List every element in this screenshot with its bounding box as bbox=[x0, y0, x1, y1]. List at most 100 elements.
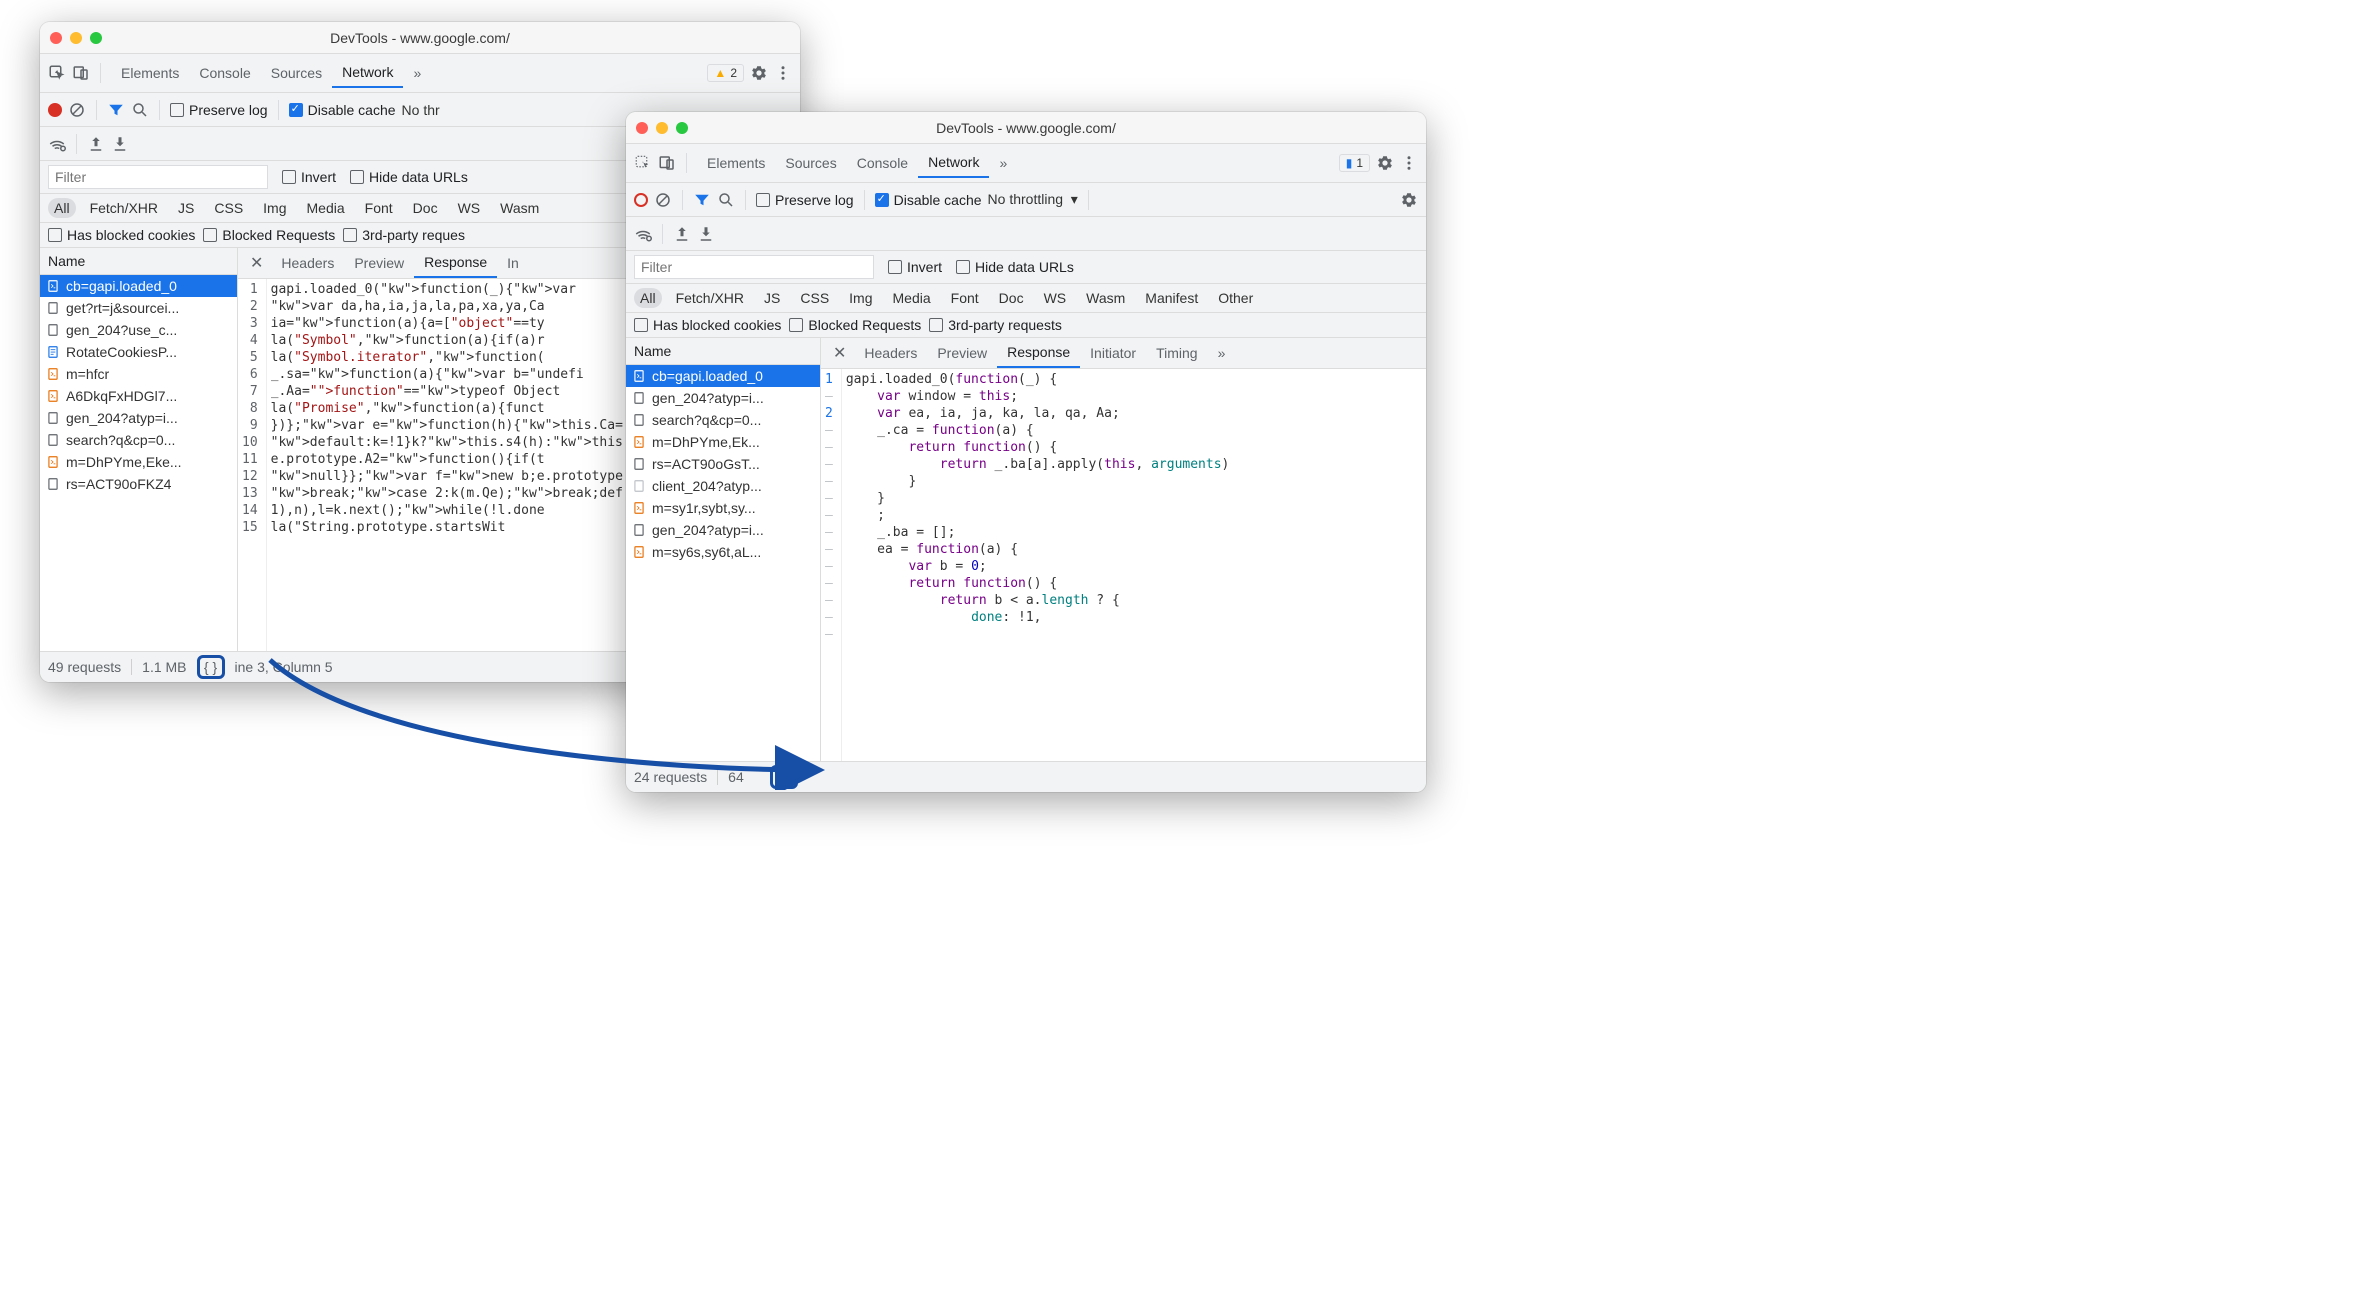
chip-other[interactable]: Other bbox=[1212, 288, 1259, 308]
warning-badge[interactable]: ▲ 2 bbox=[707, 64, 744, 82]
request-row[interactable]: search?q&cp=0... bbox=[626, 409, 820, 431]
tab-console[interactable]: Console bbox=[189, 59, 260, 87]
request-row[interactable]: m=hfcr bbox=[40, 363, 237, 385]
tab-sources[interactable]: Sources bbox=[775, 149, 846, 177]
kebab-icon[interactable] bbox=[1400, 154, 1418, 172]
minimize-window[interactable] bbox=[70, 32, 82, 44]
chip-wasm[interactable]: Wasm bbox=[1080, 288, 1131, 308]
subtab-response[interactable]: Response bbox=[997, 338, 1080, 368]
chip-wasm[interactable]: Wasm bbox=[494, 198, 545, 218]
preserve-log-checkbox[interactable]: Preserve log bbox=[170, 102, 268, 118]
name-column-header[interactable]: Name bbox=[40, 248, 237, 275]
settings-icon[interactable] bbox=[750, 64, 768, 82]
request-row[interactable]: gen_204?use_c... bbox=[40, 319, 237, 341]
chip-media[interactable]: Media bbox=[301, 198, 351, 218]
close-window[interactable] bbox=[50, 32, 62, 44]
upload-har-icon[interactable] bbox=[673, 225, 691, 243]
chip-all[interactable]: All bbox=[634, 288, 662, 308]
inspect-icon[interactable] bbox=[48, 64, 66, 82]
request-row[interactable]: cb=gapi.loaded_0 bbox=[40, 275, 237, 297]
tab-elements[interactable]: Elements bbox=[111, 59, 189, 87]
subtab-response[interactable]: Response bbox=[414, 248, 497, 278]
subtab-headers[interactable]: Headers bbox=[854, 339, 927, 367]
blocked-cookies-checkbox[interactable]: Has blocked cookies bbox=[634, 317, 781, 333]
request-row[interactable]: search?q&cp=0... bbox=[40, 429, 237, 451]
chip-all[interactable]: All bbox=[48, 198, 76, 218]
hide-data-urls-checkbox[interactable]: Hide data URLs bbox=[350, 169, 468, 185]
inspect-icon[interactable] bbox=[634, 154, 652, 172]
tabs-overflow[interactable]: » bbox=[989, 149, 1017, 177]
preserve-log-checkbox[interactable]: Preserve log bbox=[756, 192, 854, 208]
disable-cache-checkbox[interactable]: Disable cache bbox=[289, 102, 396, 118]
clear-icon[interactable] bbox=[654, 191, 672, 209]
request-row[interactable]: gen_204?atyp=i... bbox=[626, 519, 820, 541]
search-icon[interactable] bbox=[131, 101, 149, 119]
chip-fetch[interactable]: Fetch/XHR bbox=[84, 198, 164, 218]
clear-icon[interactable] bbox=[68, 101, 86, 119]
subtab-initiator[interactable]: In bbox=[497, 249, 529, 277]
blocked-requests-checkbox[interactable]: Blocked Requests bbox=[203, 227, 335, 243]
filter-icon[interactable] bbox=[107, 101, 125, 119]
search-icon[interactable] bbox=[717, 191, 735, 209]
chip-doc[interactable]: Doc bbox=[407, 198, 444, 218]
request-row[interactable]: get?rt=j&sourcei... bbox=[40, 297, 237, 319]
device-toggle-icon[interactable] bbox=[72, 64, 90, 82]
disable-cache-checkbox[interactable]: Disable cache bbox=[875, 192, 982, 208]
subtab-preview[interactable]: Preview bbox=[344, 249, 414, 277]
tab-network[interactable]: Network bbox=[918, 148, 989, 178]
request-row[interactable]: rs=ACT90oGsT... bbox=[626, 453, 820, 475]
tab-sources[interactable]: Sources bbox=[261, 59, 332, 87]
request-row[interactable]: rs=ACT90oFKZ4 bbox=[40, 473, 237, 495]
chip-js[interactable]: JS bbox=[758, 288, 786, 308]
tab-elements[interactable]: Elements bbox=[697, 149, 775, 177]
record-button[interactable] bbox=[634, 193, 648, 207]
invert-checkbox[interactable]: Invert bbox=[282, 169, 336, 185]
request-row[interactable]: m=DhPYme,Ek... bbox=[626, 431, 820, 453]
chip-css[interactable]: CSS bbox=[208, 198, 249, 218]
throttling-select[interactable]: No thr bbox=[402, 102, 440, 118]
zoom-window[interactable] bbox=[90, 32, 102, 44]
chip-font[interactable]: Font bbox=[945, 288, 985, 308]
tab-console[interactable]: Console bbox=[847, 149, 918, 177]
request-row[interactable]: A6DkqFxHDGl7... bbox=[40, 385, 237, 407]
filter-icon[interactable] bbox=[693, 191, 711, 209]
chip-ws[interactable]: WS bbox=[1038, 288, 1073, 308]
close-details-icon[interactable]: ✕ bbox=[242, 249, 271, 277]
download-har-icon[interactable] bbox=[111, 135, 129, 153]
throttling-select[interactable]: No throttling ▾ bbox=[988, 191, 1078, 208]
blocked-cookies-checkbox[interactable]: Has blocked cookies bbox=[48, 227, 195, 243]
zoom-window[interactable] bbox=[676, 122, 688, 134]
request-row[interactable]: m=sy1r,sybt,sy... bbox=[626, 497, 820, 519]
tabs-overflow[interactable]: » bbox=[403, 59, 431, 87]
chip-ws[interactable]: WS bbox=[452, 198, 487, 218]
request-row[interactable]: client_204?atyp... bbox=[626, 475, 820, 497]
messages-badge[interactable]: ▮ 1 bbox=[1339, 154, 1370, 172]
tab-network[interactable]: Network bbox=[332, 58, 403, 88]
request-row[interactable]: cb=gapi.loaded_0 bbox=[626, 365, 820, 387]
pretty-print-button[interactable]: { } bbox=[770, 765, 798, 789]
kebab-icon[interactable] bbox=[774, 64, 792, 82]
chip-media[interactable]: Media bbox=[887, 288, 937, 308]
chip-doc[interactable]: Doc bbox=[993, 288, 1030, 308]
device-toggle-icon[interactable] bbox=[658, 154, 676, 172]
third-party-checkbox[interactable]: 3rd-party requests bbox=[929, 317, 1062, 333]
subtabs-overflow[interactable]: » bbox=[1208, 339, 1236, 367]
upload-har-icon[interactable] bbox=[87, 135, 105, 153]
subtab-initiator[interactable]: Initiator bbox=[1080, 339, 1146, 367]
request-row[interactable]: m=sy6s,sy6t,aL... bbox=[626, 541, 820, 563]
chip-manifest[interactable]: Manifest bbox=[1139, 288, 1204, 308]
network-conditions-icon[interactable] bbox=[48, 135, 66, 153]
subtab-preview[interactable]: Preview bbox=[927, 339, 997, 367]
pretty-print-button[interactable]: { } bbox=[197, 655, 225, 679]
request-row[interactable]: RotateCookiesP... bbox=[40, 341, 237, 363]
chip-img[interactable]: Img bbox=[843, 288, 878, 308]
settings-icon[interactable] bbox=[1376, 154, 1394, 172]
chip-img[interactable]: Img bbox=[257, 198, 292, 218]
filter-input[interactable] bbox=[48, 165, 268, 189]
chip-fetch[interactable]: Fetch/XHR bbox=[670, 288, 750, 308]
request-row[interactable]: gen_204?atyp=i... bbox=[626, 387, 820, 409]
invert-checkbox[interactable]: Invert bbox=[888, 259, 942, 275]
request-row[interactable]: gen_204?atyp=i... bbox=[40, 407, 237, 429]
request-row[interactable]: m=DhPYme,Eke... bbox=[40, 451, 237, 473]
chip-js[interactable]: JS bbox=[172, 198, 200, 218]
